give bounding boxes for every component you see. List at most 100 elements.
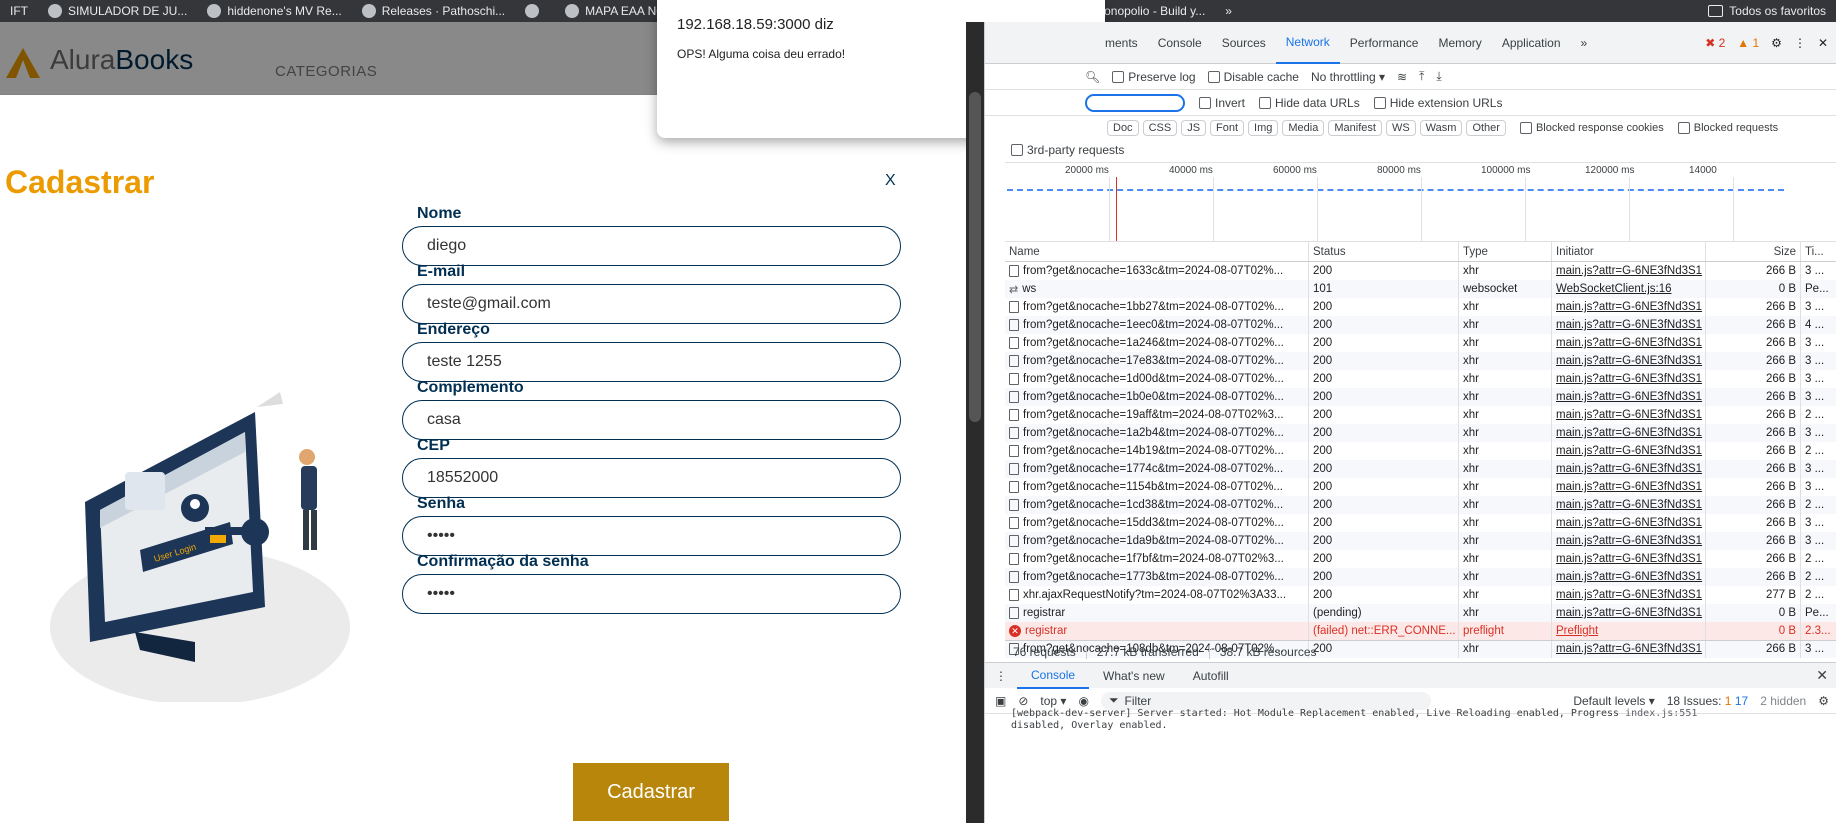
invert-checkbox[interactable]: Invert xyxy=(1199,96,1245,110)
disable-cache-checkbox[interactable]: Disable cache xyxy=(1207,70,1299,84)
preserve-log-checkbox[interactable]: Preserve log xyxy=(1112,70,1196,84)
console-message-source[interactable]: index.js:551 xyxy=(1625,708,1697,719)
drawer-tab[interactable]: Autofill xyxy=(1179,663,1243,689)
drawer-menu-icon[interactable]: ⋮ xyxy=(995,669,1017,683)
cell-initiator[interactable]: main.js?attr=G-6NE3fNd3S1 xyxy=(1552,442,1706,460)
console-settings-icon[interactable]: ⚙ xyxy=(1818,694,1829,708)
settings-gear-icon[interactable]: ⚙ xyxy=(1771,36,1782,50)
devtools-tab[interactable]: Application xyxy=(1492,22,1571,64)
eye-icon[interactable]: ◉ xyxy=(1078,694,1088,708)
table-row[interactable]: from?get&nocache=19aff&tm=2024-08-07T02%… xyxy=(1005,406,1836,424)
type-filter-chip[interactable]: WS xyxy=(1385,120,1416,136)
column-header[interactable]: Status xyxy=(1309,242,1459,261)
nome-input[interactable]: diego xyxy=(402,226,901,266)
cep-input[interactable]: 18552000 xyxy=(402,458,901,498)
submit-button[interactable]: Cadastrar xyxy=(573,763,729,821)
close-form-button[interactable]: X xyxy=(885,172,896,190)
table-row[interactable]: from?get&nocache=1a246&tm=2024-08-07T02%… xyxy=(1005,334,1836,352)
table-row[interactable]: ⇄ ws 101 websocket WebSocketClient.js:16 0 B P… xyxy=(1005,280,1836,298)
table-row[interactable]: from?get&nocache=14b19&tm=2024-08-07T02%… xyxy=(1005,442,1836,460)
cell-initiator[interactable]: main.js?attr=G-6NE3fNd3S1 xyxy=(1552,532,1706,550)
cell-initiator[interactable]: main.js?attr=G-6NE3fNd3S1 xyxy=(1552,586,1706,604)
bookmark-item[interactable]: IFT xyxy=(0,0,38,22)
table-row[interactable]: from?get&nocache=1d00d&tm=2024-08-07T02%… xyxy=(1005,370,1836,388)
cell-initiator[interactable]: main.js?attr=G-6NE3fNd3S1 xyxy=(1552,298,1706,316)
cell-initiator[interactable]: main.js?attr=G-6NE3fNd3S1 xyxy=(1552,478,1706,496)
download-icon[interactable]: ⤓ xyxy=(1436,69,1441,84)
bookmark-item[interactable]: » xyxy=(1215,0,1242,22)
log-levels-select[interactable]: Default levels ▾ xyxy=(1573,694,1654,708)
blocked-requests-checkbox[interactable]: Blocked requests xyxy=(1677,122,1778,134)
cell-initiator[interactable]: main.js?attr=G-6NE3fNd3S1 xyxy=(1552,388,1706,406)
cell-initiator[interactable]: main.js?attr=G-6NE3fNd3S1 xyxy=(1552,370,1706,388)
drawer-tab[interactable]: Console xyxy=(1017,663,1090,689)
senha-input[interactable]: ••••• xyxy=(402,516,901,556)
cell-initiator[interactable]: main.js?attr=G-6NE3fNd3S1 xyxy=(1552,352,1706,370)
cell-initiator[interactable]: main.js?attr=G-6NE3fNd3S1 xyxy=(1552,262,1706,280)
search-icon[interactable]: 🔍︎ xyxy=(1085,70,1100,84)
column-header[interactable]: Name xyxy=(1005,242,1309,261)
upload-icon[interactable]: ⤒ xyxy=(1419,69,1424,84)
bookmark-item[interactable]: hiddenone's MV Re... xyxy=(197,0,351,22)
confirmacao-senha-input[interactable]: ••••• xyxy=(402,574,901,614)
type-filter-chip[interactable]: Font xyxy=(1210,120,1245,136)
cell-initiator[interactable]: main.js?attr=G-6NE3fNd3S1 xyxy=(1552,496,1706,514)
table-row[interactable]: from?get&nocache=1b0e0&tm=2024-08-07T02%… xyxy=(1005,388,1836,406)
table-row[interactable]: from?get&nocache=17e83&tm=2024-08-07T02%… xyxy=(1005,352,1836,370)
table-row[interactable]: from?get&nocache=15dd3&tm=2024-08-07T02%… xyxy=(1005,514,1836,532)
cell-initiator[interactable]: main.js?attr=G-6NE3fNd3S1 xyxy=(1552,604,1706,622)
type-filter-chip[interactable]: Wasm xyxy=(1419,120,1463,136)
hide-data-urls-checkbox[interactable]: Hide data URLs xyxy=(1259,96,1360,110)
email-input[interactable]: teste@gmail.com xyxy=(402,284,901,324)
cell-initiator[interactable]: Preflight xyxy=(1552,622,1706,640)
cell-initiator[interactable]: main.js?attr=G-6NE3fNd3S1 xyxy=(1552,316,1706,334)
more-options-icon[interactable]: ⋮ xyxy=(1794,36,1806,50)
table-row[interactable]: from?get&nocache=1cd38&tm=2024-08-07T02%… xyxy=(1005,496,1836,514)
drawer-tab[interactable]: What's new xyxy=(1089,663,1179,689)
blocked-cookies-checkbox[interactable]: Blocked response cookies xyxy=(1519,122,1664,134)
page-scrollbar[interactable] xyxy=(966,22,984,823)
table-row[interactable]: from?get&nocache=1a2b4&tm=2024-08-07T02%… xyxy=(1005,424,1836,442)
table-row[interactable]: registrar (pending) xhr main.js?attr=G-6NE3… xyxy=(1005,604,1836,622)
nav-categories[interactable]: CATEGORIAS xyxy=(275,63,377,80)
type-filter-chip[interactable]: Doc xyxy=(1107,120,1139,136)
bookmark-item[interactable]: Todos os favoritos xyxy=(1698,0,1836,22)
cell-initiator[interactable]: main.js?attr=G-6NE3fNd3S1 xyxy=(1552,334,1706,352)
bookmark-item[interactable]: SIMULADOR DE JU... xyxy=(38,0,197,22)
cell-initiator[interactable]: main.js?attr=G-6NE3fNd3S1 xyxy=(1552,424,1706,442)
throttling-select[interactable]: No throttling ▾ xyxy=(1311,70,1385,84)
devtools-tab[interactable]: » xyxy=(1571,22,1598,64)
devtools-tab[interactable]: Performance xyxy=(1340,22,1429,64)
table-row[interactable]: from?get&nocache=1774c&tm=2024-08-07T02%… xyxy=(1005,460,1836,478)
table-row[interactable]: from?get&nocache=1da9b&tm=2024-08-07T02%… xyxy=(1005,532,1836,550)
wifi-icon[interactable]: ≋ xyxy=(1397,70,1407,84)
endereco-input[interactable]: teste 1255 xyxy=(402,342,901,382)
warning-count-badge[interactable]: ▲ 1 xyxy=(1737,36,1759,50)
column-header[interactable]: Type xyxy=(1459,242,1552,261)
cell-initiator[interactable]: main.js?attr=G-6NE3fNd3S1 xyxy=(1552,514,1706,532)
devtools-tab[interactable]: ments xyxy=(1095,22,1148,64)
network-timeline[interactable]: 20000 ms 40000 ms 60000 ms 80000 ms 100000 m… xyxy=(1005,162,1836,242)
context-select[interactable]: top ▾ xyxy=(1040,694,1066,708)
cell-initiator[interactable]: main.js?attr=G-6NE3fNd3S1 xyxy=(1552,460,1706,478)
cell-initiator[interactable]: main.js?attr=G-6NE3fNd3S1 xyxy=(1552,568,1706,586)
issues-counter[interactable]: 18 Issues: 1 17 xyxy=(1667,694,1748,708)
sidebar-toggle-icon[interactable]: ▣ xyxy=(995,694,1006,708)
close-drawer-icon[interactable]: ✕ xyxy=(1816,667,1828,684)
third-party-checkbox[interactable]: 3rd-party requests xyxy=(1011,140,1124,160)
cell-initiator[interactable]: main.js?attr=G-6NE3fNd3S1 xyxy=(1552,550,1706,568)
type-filter-chip[interactable]: Img xyxy=(1248,120,1279,136)
hide-extension-urls-checkbox[interactable]: Hide extension URLs xyxy=(1373,96,1502,110)
table-row[interactable]: xhr.ajaxRequestNotify?tm=2024-08-07T02%3… xyxy=(1005,586,1836,604)
cell-initiator[interactable]: WebSocketClient.js:16 xyxy=(1552,280,1706,298)
clear-console-icon[interactable]: ⊘ xyxy=(1018,694,1028,708)
scrollbar-thumb[interactable] xyxy=(969,92,981,422)
cell-initiator[interactable]: main.js?attr=G-6NE3fNd3S1 xyxy=(1552,406,1706,424)
network-filter-input[interactable] xyxy=(1085,93,1185,112)
column-header[interactable]: Initiator xyxy=(1552,242,1706,261)
type-filter-chip[interactable]: JS xyxy=(1181,120,1207,136)
console-filter-input[interactable]: ⏷ Filter xyxy=(1100,691,1431,710)
column-header[interactable]: Ti... xyxy=(1801,242,1836,261)
table-row[interactable]: from?get&nocache=1773b&tm=2024-08-07T02%… xyxy=(1005,568,1836,586)
devtools-tab[interactable]: Console xyxy=(1148,22,1212,64)
